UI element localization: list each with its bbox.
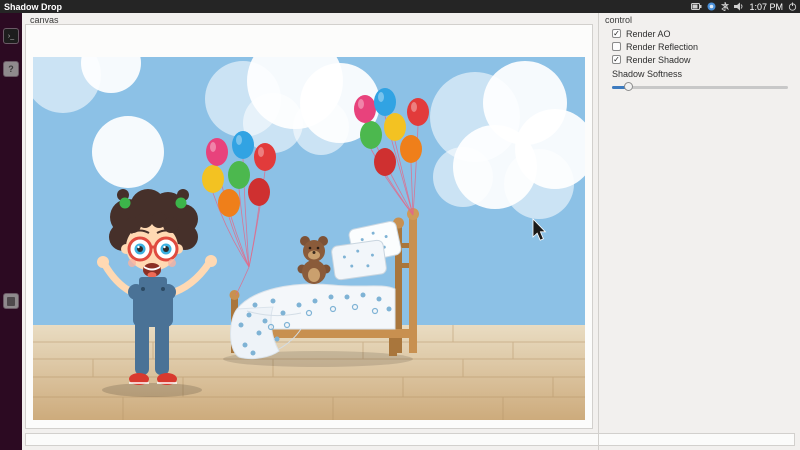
volume-icon[interactable] xyxy=(734,2,744,11)
wood-floor xyxy=(33,325,585,420)
checkbox-box[interactable]: ✓ xyxy=(612,55,621,64)
desktop: Shadow Drop 1:07 PM ? canvas xyxy=(0,0,800,450)
checkbox-box[interactable] xyxy=(612,42,621,51)
checkbox-label: Render Reflection xyxy=(626,41,699,52)
trash-icon[interactable] xyxy=(3,293,19,309)
hair-tie xyxy=(119,197,131,209)
bluetooth-icon[interactable] xyxy=(721,2,730,11)
slider-track[interactable] xyxy=(612,86,788,89)
clock[interactable]: 1:07 PM xyxy=(749,2,783,12)
network-icon[interactable] xyxy=(707,2,716,11)
top-bar: Shadow Drop 1:07 PM xyxy=(0,0,800,13)
checkbox-render-ao[interactable]: ✓ Render AO xyxy=(612,27,792,40)
launcher: ? xyxy=(0,13,22,450)
status-strip xyxy=(25,433,795,446)
checkbox-box[interactable]: ✓ xyxy=(612,29,621,38)
control-panel: ✓ Render AO Render Reflection ✓ Render S… xyxy=(600,13,800,433)
checkbox-render-shadow[interactable]: ✓ Render Shadow xyxy=(612,53,792,66)
shadow-softness-label: Shadow Softness xyxy=(612,69,683,79)
canvas-panel-label: canvas xyxy=(30,15,59,25)
panel-divider xyxy=(598,13,599,450)
checkbox-label: Render Shadow xyxy=(626,54,691,65)
system-tray: 1:07 PM xyxy=(691,0,797,13)
checkbox-label: Render AO xyxy=(626,28,671,39)
help-icon[interactable]: ? xyxy=(3,61,19,77)
canvas[interactable] xyxy=(33,57,585,420)
power-icon[interactable] xyxy=(788,2,797,11)
checkbox-render-reflection[interactable]: Render Reflection xyxy=(612,40,792,53)
shadow-softness-slider[interactable] xyxy=(612,82,788,92)
girl-shadow xyxy=(102,383,202,397)
hair-tie xyxy=(175,197,187,209)
window-title: Shadow Drop xyxy=(4,1,62,12)
blanket-drape xyxy=(230,306,280,360)
scene-illustration xyxy=(33,57,585,420)
battery-icon[interactable] xyxy=(691,3,702,10)
terminal-icon[interactable] xyxy=(3,28,19,44)
slider-handle[interactable] xyxy=(623,82,633,91)
control-panel-label: control xyxy=(605,15,633,25)
